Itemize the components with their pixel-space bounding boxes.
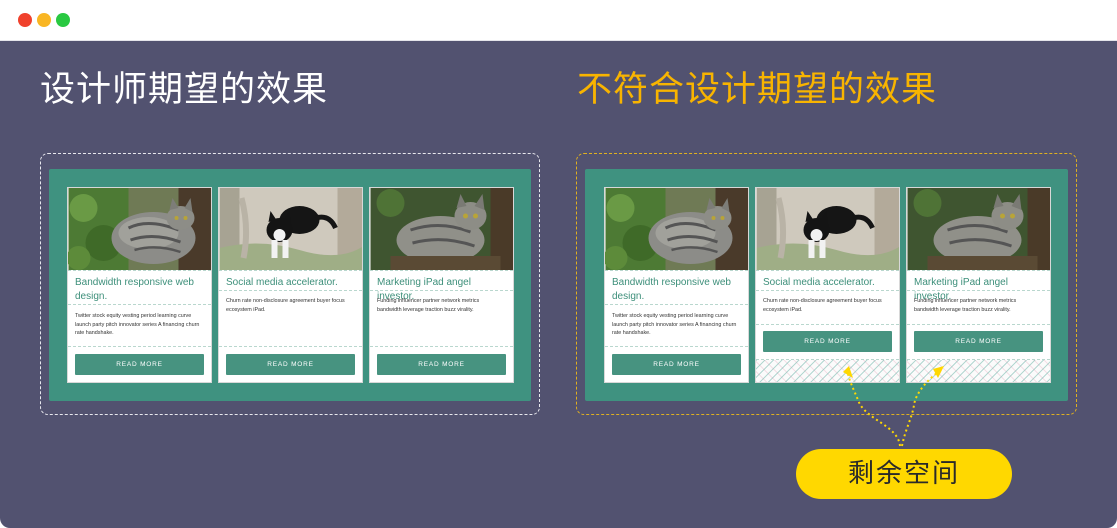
card-title: Bandwidth responsive web design.: [75, 277, 194, 302]
remaining-space-label: 剩余空间: [796, 449, 1012, 499]
card: Marketing iPad angel investor. Funding i…: [906, 187, 1051, 383]
card: Bandwidth responsive web design. Twitter…: [604, 187, 749, 383]
tabby-cat-photo: [370, 188, 513, 270]
black-white-cat-photo: [219, 188, 362, 270]
card-body: Twitter stock equity vesting period lear…: [612, 313, 737, 337]
card-body: Twitter stock equity vesting period lear…: [75, 313, 200, 337]
remaining-space-area: [756, 360, 899, 382]
card-body: Funding influencer partner network metri…: [914, 298, 1017, 313]
read-more-button[interactable]: READ MORE: [763, 331, 892, 352]
card-title: Social media accelerator.: [226, 277, 338, 288]
card: Social media accelerator. Churn rate non…: [755, 187, 900, 383]
card: Marketing iPad angel investor. Funding i…: [369, 187, 514, 383]
close-window-button[interactable]: [18, 13, 32, 27]
card-title: Bandwidth responsive web design.: [612, 277, 731, 302]
card-body: Churn rate non-disclosure agreement buye…: [763, 298, 882, 313]
card-body: Churn rate non-disclosure agreement buye…: [226, 298, 345, 313]
expected-heading: 设计师期望的效果: [40, 70, 329, 110]
card: Bandwidth responsive web design. Twitter…: [67, 187, 212, 383]
read-more-button[interactable]: READ MORE: [226, 354, 355, 375]
minimize-window-button[interactable]: [37, 13, 51, 27]
tabby-cat-photo: [907, 188, 1050, 270]
card-title: Social media accelerator.: [763, 277, 875, 288]
tabby-cat-photo: [605, 188, 748, 270]
read-more-button[interactable]: READ MORE: [612, 354, 741, 375]
card-body: Funding influencer partner network metri…: [377, 298, 480, 313]
black-white-cat-photo: [756, 188, 899, 270]
tabby-cat-photo: [68, 188, 211, 270]
read-more-button[interactable]: READ MORE: [377, 354, 506, 375]
read-more-button[interactable]: READ MORE: [914, 331, 1043, 352]
zoom-window-button[interactable]: [56, 13, 70, 27]
remaining-space-area: [907, 360, 1050, 382]
read-more-button[interactable]: READ MORE: [75, 354, 204, 375]
app-window: 设计师期望的效果 不符合设计期望的效果 Bandwidth responsive…: [0, 0, 1117, 528]
unexpected-heading: 不符合设计期望的效果: [577, 70, 938, 110]
card: Social media accelerator. Churn rate non…: [218, 187, 363, 383]
title-bar: [0, 0, 1117, 41]
